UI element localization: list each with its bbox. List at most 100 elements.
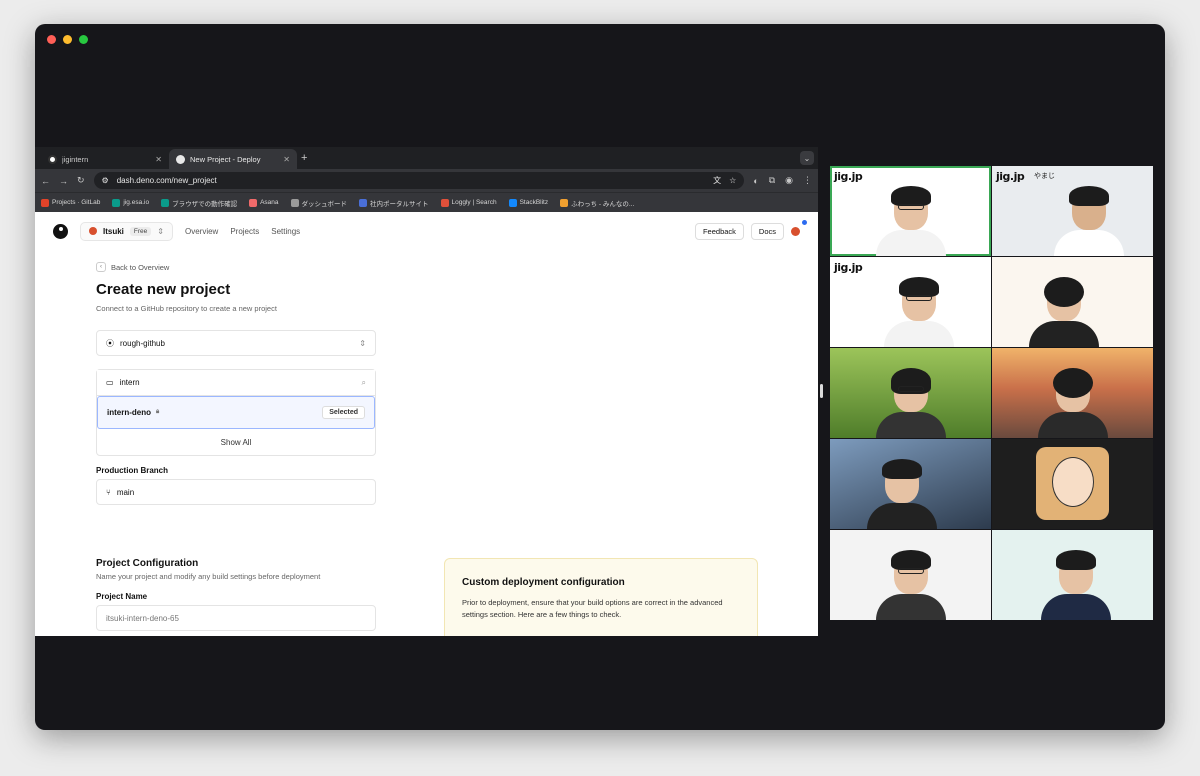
org-switcher[interactable]: Itsuki Free ⇕ [80, 221, 173, 241]
repo-search-input[interactable]: ▭ intern ⌕ [97, 370, 375, 396]
video-tile[interactable]: jig.jp やまじ [992, 166, 1153, 256]
video-tile[interactable] [992, 348, 1153, 438]
video-tile[interactable] [992, 257, 1153, 347]
search-icon: ⌕ [361, 377, 366, 387]
bookmark-label: ふわっち - みんなの... [571, 200, 635, 208]
window-controls [47, 35, 88, 44]
participant-avatar [1037, 366, 1108, 438]
portal-icon [359, 198, 368, 207]
address-bar[interactable]: ⚙ dash.deno.com/new_project 文 ☆ [93, 172, 745, 189]
stackblitz-icon [508, 198, 517, 207]
bookmark-item[interactable]: Asana [249, 198, 279, 207]
tile-logo: jig.jp [834, 170, 863, 183]
project-name-label: Project Name [96, 592, 148, 601]
translate-icon[interactable]: 文 [713, 175, 721, 186]
video-tile[interactable] [830, 439, 991, 529]
video-tile[interactable]: jig.jp [830, 257, 991, 347]
bookmark-item[interactable]: jig.esa.io [112, 198, 149, 207]
url-text[interactable]: dash.deno.com/new_project [117, 176, 705, 185]
reload-icon[interactable]: ↻ [77, 175, 85, 186]
resize-handle[interactable] [820, 384, 823, 398]
video-tile[interactable]: jig.jp [830, 166, 991, 256]
branch-value: main [116, 487, 135, 497]
user-avatar[interactable] [791, 219, 807, 236]
repo-item-selected[interactable]: intern-deno 🔒︎ Selected [97, 396, 375, 429]
bookmark-item[interactable]: ふわっち - みんなの... [560, 198, 634, 208]
profile-icon[interactable]: ◉ [785, 175, 793, 186]
fuwacchi-icon [560, 198, 569, 207]
zoom-window-button[interactable] [79, 35, 88, 44]
tab-jigintern[interactable]: jigintern ✕ [41, 149, 169, 169]
custom-config-notice: Custom deployment configuration Prior to… [444, 558, 758, 636]
show-all-button[interactable]: Show All [97, 429, 375, 455]
create-project-form: ‹ Back to Overview Create new project Co… [96, 262, 376, 631]
participant-avatar [867, 457, 938, 529]
bookmark-item[interactable]: Projects · GitLab [41, 198, 101, 207]
tab-title: jigintern [62, 154, 89, 164]
page-title: Create new project [96, 281, 231, 298]
lock-icon: 🔒︎ [156, 409, 160, 415]
git-branch-icon: ⑂ [106, 487, 111, 497]
participant-name: やまじ [1034, 173, 1055, 180]
back-label: Back to Overview [111, 262, 170, 272]
org-name: Itsuki [103, 226, 124, 236]
chevron-left-icon: ‹ [96, 262, 106, 272]
tab-search-button[interactable]: ⌄ [800, 151, 814, 165]
puzzle-icon[interactable]: ⧉ [769, 175, 775, 186]
back-icon[interactable]: ← [41, 176, 50, 186]
bookmark-item[interactable]: StackBlitz [508, 198, 548, 207]
video-tile[interactable] [992, 439, 1153, 529]
new-tab-button[interactable]: + [301, 152, 307, 164]
bookmark-item[interactable]: 社内ポータルサイト [359, 198, 429, 208]
deno-logo-icon[interactable] [53, 223, 68, 239]
bookmark-star-icon[interactable]: ☆ [729, 176, 736, 185]
chevron-updown-icon: ⇕ [157, 226, 164, 236]
close-icon[interactable]: ✕ [283, 155, 290, 164]
branch-select[interactable]: ⑂ main [96, 479, 376, 505]
deno-icon [176, 154, 185, 164]
site-info-icon[interactable]: ⚙ [102, 176, 109, 185]
nav-projects[interactable]: Projects [230, 227, 259, 236]
video-grid: jig.jp jig.jp やまじ jig.jp [830, 166, 1153, 620]
bookmark-item[interactable]: ダッシュボード [290, 198, 348, 208]
back-to-overview-link[interactable]: ‹ Back to Overview [96, 262, 376, 272]
avatar-illustration [1036, 447, 1109, 520]
project-name-value[interactable]: itsuki-intern-deno-65 [106, 614, 179, 623]
video-tile[interactable] [992, 530, 1153, 620]
bookmark-item[interactable]: Loggly | Search [440, 198, 497, 207]
video-tile[interactable] [830, 348, 991, 438]
notice-text: Prior to deployment, ensure that your bu… [462, 598, 723, 619]
github-icon: ⦿ [106, 338, 114, 348]
bookmark-label: Loggly | Search [451, 199, 497, 206]
extension-icon[interactable]: ◐ [753, 176, 758, 186]
project-name-input[interactable]: itsuki-intern-deno-65 [96, 605, 376, 631]
video-tile[interactable] [830, 530, 991, 620]
nav-overview[interactable]: Overview [185, 227, 218, 236]
participant-avatar [875, 184, 946, 256]
selected-badge: Selected [322, 406, 365, 419]
participant-avatar [875, 548, 946, 620]
tab-new-project[interactable]: New Project - Deploy ✕ [169, 149, 297, 169]
menu-icon[interactable]: ⋮ [803, 175, 812, 186]
minimize-window-button[interactable] [63, 35, 72, 44]
docs-button[interactable]: Docs [750, 222, 784, 240]
repo-search-value[interactable]: intern [120, 378, 356, 387]
close-window-button[interactable] [47, 35, 56, 44]
tab-title: New Project - Deploy [190, 154, 261, 164]
bookmark-item[interactable]: ブラウザでの動作確認 [161, 198, 237, 208]
deno-deploy-page: Itsuki Free ⇕ Overview Projects Settings… [35, 212, 818, 636]
repo-picker: ▭ intern ⌕ intern-deno 🔒︎ Selected Show … [96, 369, 376, 456]
forward-icon[interactable]: → [59, 176, 68, 186]
bookmark-label: Projects · GitLab [52, 199, 101, 206]
bookmark-label: ダッシュボード [301, 200, 348, 208]
participant-avatar [883, 275, 954, 347]
github-account-select[interactable]: ⦿ rough-github ⇕ [96, 330, 376, 356]
browser-toolbar: ← → ↻ ⚙ dash.deno.com/new_project 文 ☆ ◐ … [35, 169, 818, 192]
bookmark-label: 社内ポータルサイト [370, 200, 429, 208]
feedback-button[interactable]: Feedback [694, 222, 744, 240]
close-icon[interactable]: ✕ [155, 155, 162, 164]
asana-icon [249, 198, 258, 207]
nav-settings[interactable]: Settings [271, 227, 300, 236]
tab-bar: jigintern ✕ New Project - Deploy ✕ + ⌄ [35, 147, 818, 169]
gitlab-icon [41, 198, 49, 207]
